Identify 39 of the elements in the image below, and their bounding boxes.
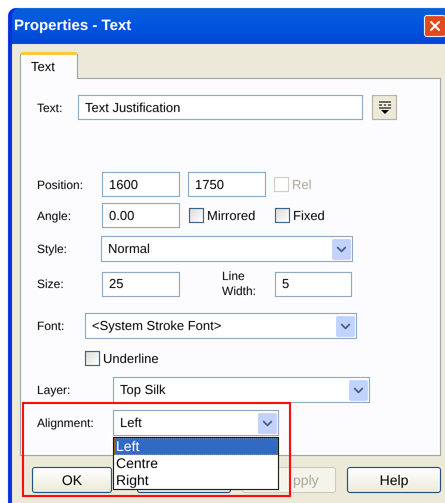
input-field[interactable]: 25 — [102, 272, 180, 296]
text-options-button[interactable] — [372, 95, 397, 120]
checkbox-label: Underline — [103, 350, 159, 368]
dialog-button[interactable]: Help — [347, 467, 441, 493]
dropdown-field[interactable]: Top Silk — [113, 377, 370, 403]
checkbox-label: Mirrored — [207, 206, 256, 225]
field-label: Position: — [37, 176, 84, 194]
input-field[interactable]: 0.00 — [102, 203, 180, 228]
checkbox[interactable] — [275, 208, 290, 223]
chevron-down-icon — [336, 316, 355, 336]
input-field[interactable]: 1600 — [102, 172, 180, 197]
chevron-down-icon — [258, 412, 277, 434]
lines-arrow-icon — [378, 100, 392, 115]
dropdown-field[interactable]: Normal — [101, 236, 353, 262]
field-label: Alignment: — [37, 415, 95, 432]
chevron-down-icon — [349, 380, 368, 400]
field-label: Layer: — [37, 382, 72, 399]
input-field[interactable]: 1750 — [188, 172, 266, 197]
dialog-button[interactable]: OK — [32, 467, 112, 493]
field-label: Font: — [37, 318, 66, 335]
chevron-down-icon — [332, 238, 351, 260]
dropdown-option[interactable]: Left — [114, 438, 278, 455]
input-field[interactable]: Text Justification — [78, 95, 363, 120]
close-icon — [427, 18, 443, 34]
field-label: Size: — [37, 276, 65, 293]
field-label: Line Width: — [222, 269, 258, 299]
dropdown-field[interactable]: <System Stroke Font> — [85, 313, 357, 339]
field-label: Text: — [37, 100, 64, 116]
dropdown-field[interactable]: Left — [113, 410, 279, 436]
checkbox[interactable] — [189, 208, 204, 223]
input-field[interactable]: 5 — [275, 272, 352, 296]
tab[interactable]: Text — [20, 52, 78, 79]
checkbox[interactable] — [85, 351, 100, 366]
checkbox-label: Rel — [292, 176, 312, 194]
field-label: Style: — [37, 241, 68, 258]
window-title: Properties - Text — [14, 16, 132, 36]
checkbox-label: Fixed — [293, 206, 325, 225]
close-button[interactable] — [424, 15, 445, 37]
field-label: Angle: — [37, 208, 72, 224]
